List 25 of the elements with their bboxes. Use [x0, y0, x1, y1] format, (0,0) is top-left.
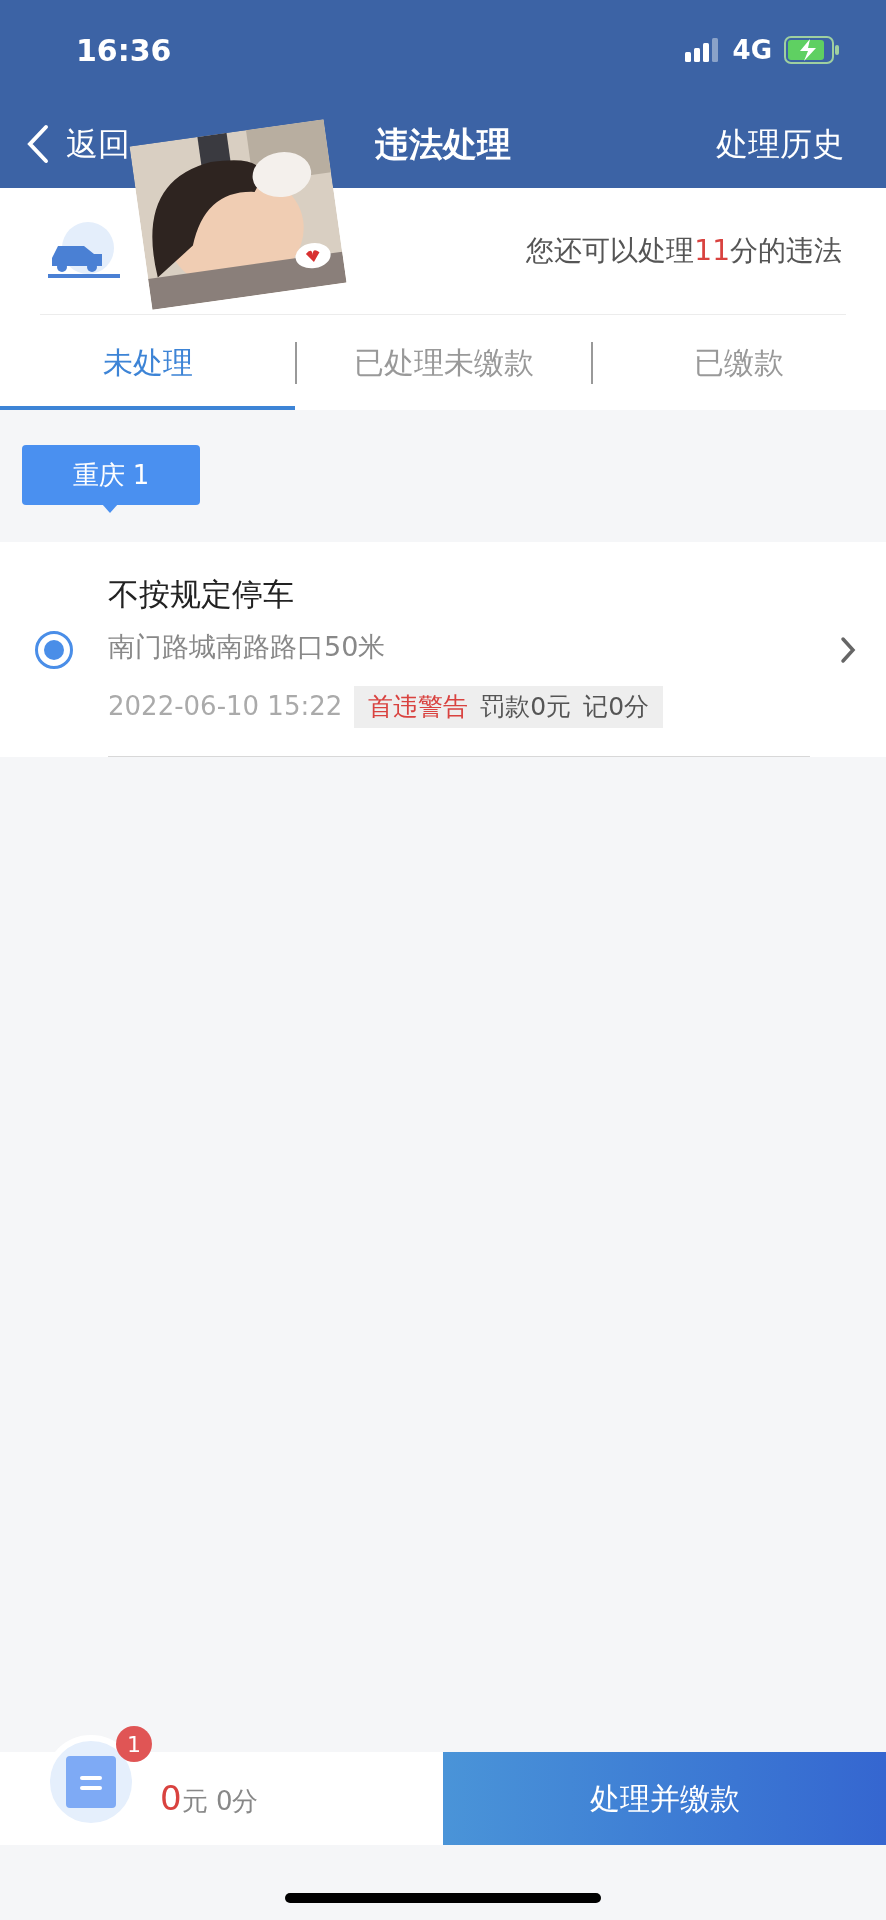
radio-button[interactable]: [35, 630, 73, 669]
region-tag: 重庆 1: [22, 445, 200, 505]
chevron-icon: [840, 635, 856, 664]
violation-title: 不按规定停车: [108, 574, 295, 614]
back-icon: [26, 124, 50, 164]
penalty-tag: 首违警告 罚款0元 记0分: [354, 685, 664, 728]
tab[interactable]: 已处理未缴款: [297, 315, 591, 410]
document-icon: [66, 1756, 116, 1808]
battery-icon: [784, 36, 840, 64]
violation-card[interactable]: 不按规定停车 南门路城南路路口50米 2022-06-10 15:22 首违警告 罚款0元 记0分: [0, 542, 886, 757]
total-amount: 0元 0分: [160, 1777, 259, 1820]
violation-location: 南门路城南路路口50米: [108, 630, 387, 664]
signal-icon: [684, 38, 721, 62]
pointer-icon: [102, 504, 118, 513]
tab[interactable]: 未处理: [0, 315, 296, 410]
page-title: 违法处理: [375, 122, 511, 166]
pay-button[interactable]: 处理并缴款: [443, 1752, 886, 1845]
network-label: 4G: [732, 33, 772, 67]
violation-time: 2022-06-10 15:22: [108, 690, 343, 723]
history-link[interactable]: 处理历史: [716, 120, 860, 168]
status-time: 16:36: [76, 31, 172, 70]
tab[interactable]: 已缴款: [592, 315, 886, 410]
back-button[interactable]: 返回: [26, 120, 130, 168]
count-badge: 1: [116, 1726, 152, 1762]
remaining-points-text: 您还可以处理11分的违法: [526, 233, 843, 269]
